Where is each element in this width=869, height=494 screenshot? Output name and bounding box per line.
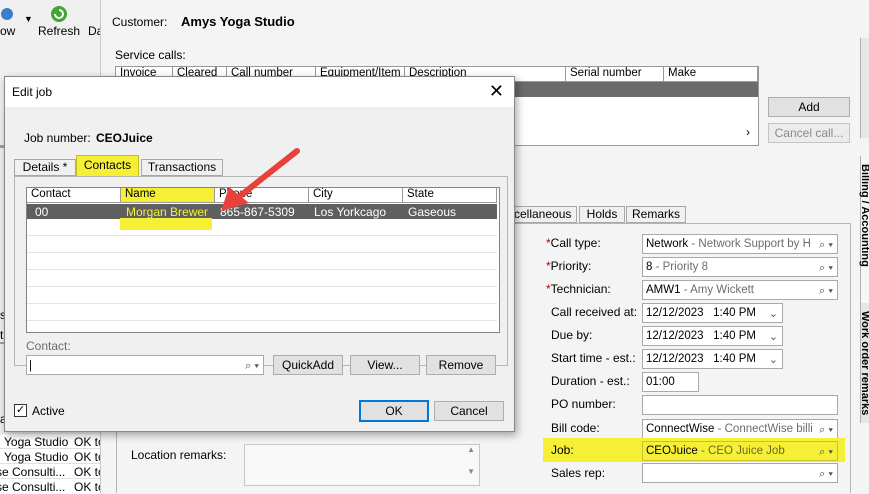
lookup-icon[interactable]: ⌕ ▾ (819, 236, 833, 253)
job-label: Job: (551, 443, 574, 457)
cancel-button[interactable]: Cancel (434, 401, 504, 421)
tab-billing-accounting[interactable]: Billing / Accounting (859, 156, 869, 303)
view-button[interactable]: View... (350, 355, 420, 375)
tab-work-order-remarks[interactable]: Work order remarks (859, 303, 869, 423)
active-checkbox[interactable]: ✓ (14, 404, 27, 417)
contact-label: Contact: (26, 339, 71, 353)
list-item[interactable]: se Consulti... OK to (0, 479, 105, 494)
refresh-button[interactable]: Refresh (38, 24, 80, 38)
bill-code-field[interactable]: ConnectWise - ConnectWise billi ⌕ ▾ (642, 419, 838, 439)
location-remarks-label: Location remarks: (131, 448, 227, 462)
job-field[interactable]: CEOJuice - CEO Juice Job ⌕ ▾ (642, 441, 838, 461)
lookup-icon[interactable]: ⌕ ▾ (819, 443, 833, 460)
edit-job-dialog: Edit job ✕ Job number: CEOJuice Details … (4, 76, 515, 432)
close-icon[interactable]: ✕ (489, 81, 504, 102)
contact-input[interactable]: | ⌕ ▾ (26, 355, 264, 375)
service-calls-label: Service calls: (115, 48, 186, 62)
duration-label: Duration - est.: (551, 374, 630, 388)
po-number-label: PO number: (551, 397, 616, 411)
start-time-label: Start time - est.: (551, 351, 636, 365)
technician-label: *Technician: (546, 282, 611, 296)
lookup-icon[interactable]: ⌕ ▾ (819, 421, 833, 438)
call-type-field[interactable]: Network - Network Support by H ⌕ ▾ (642, 234, 838, 254)
dialog-title: Edit job (12, 85, 53, 99)
ok-button[interactable]: OK (359, 400, 429, 422)
list-item[interactable]: Yoga Studio OK to (0, 434, 105, 449)
add-service-call-button[interactable]: Add (768, 97, 850, 117)
annotation-arrow-icon (221, 148, 300, 211)
start-time-datetime[interactable]: 12/12/2023 1:40 PM ⌄ (642, 349, 783, 369)
bill-code-label: Bill code: (551, 421, 600, 435)
now-label[interactable]: ow (0, 24, 15, 38)
new-icon[interactable] (0, 6, 14, 22)
toolbar: ow ▼ Refresh Da (0, 0, 103, 42)
priority-field[interactable]: 8 - Priority 8 ⌕ ▾ (642, 257, 838, 277)
call-type-label: *Call type: (546, 236, 601, 250)
remove-button[interactable]: Remove (426, 355, 496, 375)
priority-label: *Priority: (546, 259, 592, 273)
chevron-down-icon[interactable]: ⌄ (769, 328, 778, 345)
column-contact[interactable]: Contact (27, 188, 121, 202)
duration-field[interactable]: 01:00 (642, 372, 699, 392)
tab-details[interactable]: Details * (14, 159, 76, 176)
lookup-icon[interactable]: ⌕ ▾ (245, 357, 259, 374)
chevron-down-icon[interactable]: ⌄ (769, 351, 778, 368)
job-number-label: Job number: (24, 131, 91, 145)
tab-holds[interactable]: Holds (579, 206, 625, 223)
tab-remarks[interactable]: Remarks (626, 206, 686, 223)
lookup-icon[interactable]: ⌕ ▾ (819, 282, 833, 299)
po-number-field[interactable] (642, 395, 838, 415)
location-remarks-input[interactable]: ▲ ▼ (244, 444, 480, 486)
customer-label: Customer: (112, 15, 168, 29)
due-by-datetime[interactable]: 12/12/2023 1:40 PM ⌄ (642, 326, 783, 346)
tab-contacts[interactable]: Contacts (76, 155, 139, 177)
quickadd-button[interactable]: QuickAdd (273, 355, 343, 375)
tab-transactions[interactable]: Transactions (141, 159, 223, 176)
call-received-datetime[interactable]: 12/12/2023 1:40 PM ⌄ (642, 303, 783, 323)
call-received-label: Call received at: (551, 305, 638, 319)
column-city[interactable]: City (309, 188, 403, 202)
list-item[interactable]: Yoga Studio OK to (0, 449, 105, 464)
column-name[interactable]: Name (121, 188, 215, 202)
customer-name: Amys Yoga Studio (181, 14, 295, 29)
cancel-call-button[interactable]: Cancel call... (768, 123, 850, 143)
job-number-value: CEOJuice (96, 131, 153, 145)
scroll-up-icon[interactable]: ▲ (467, 445, 475, 454)
lookup-icon[interactable]: ⌕ ▾ (819, 465, 833, 482)
scroll-right-icon[interactable]: › (746, 125, 750, 139)
column-state[interactable]: State (403, 188, 497, 202)
refresh-icon[interactable] (50, 5, 68, 23)
dialog-titlebar: Edit job ✕ (5, 77, 514, 107)
dropdown-arrow-icon[interactable]: ▼ (24, 14, 33, 24)
due-by-label: Due by: (551, 328, 593, 342)
scroll-down-icon[interactable]: ▼ (467, 467, 475, 476)
tab-miscellaneous[interactable]: scellaneous (505, 206, 577, 223)
technician-field[interactable]: AMW1 - Amy Wickett ⌕ ▾ (642, 280, 838, 300)
sales-rep-label: Sales rep: (551, 466, 606, 480)
list-item[interactable]: se Consulti... OK to (0, 464, 105, 479)
sales-rep-field[interactable]: ⌕ ▾ (642, 463, 838, 483)
lookup-icon[interactable]: ⌕ ▾ (819, 259, 833, 276)
name-highlight (120, 218, 212, 230)
chevron-down-icon[interactable]: ⌄ (769, 305, 778, 322)
active-label: Active (32, 404, 65, 418)
